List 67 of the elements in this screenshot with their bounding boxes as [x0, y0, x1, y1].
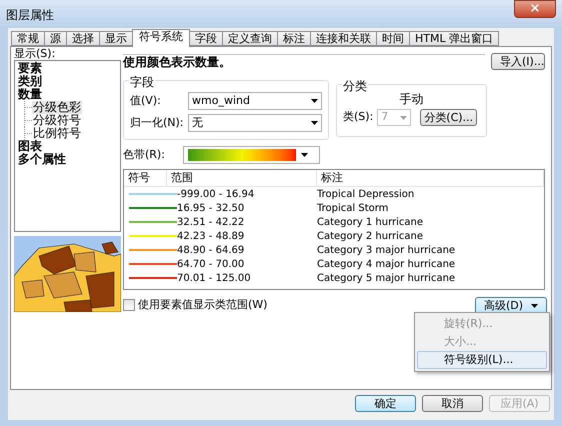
group-title: 分类: [342, 77, 368, 95]
dropdown-caret-icon: [400, 116, 408, 120]
range-cell-text: 32.51 - 42.22: [177, 216, 246, 230]
line-symbol[interactable]: [129, 207, 177, 209]
line-symbol[interactable]: [129, 277, 177, 279]
tab[interactable]: 字段: [189, 31, 223, 46]
tree-item[interactable]: 比例符号: [32, 127, 82, 140]
tree-item[interactable]: 分级符号: [32, 114, 82, 127]
tree-item[interactable]: 多个属性: [18, 153, 66, 166]
show-label: 显示(S):: [14, 47, 56, 60]
line-symbol[interactable]: [129, 193, 177, 195]
label-cell-text: Category 2 hurricane: [317, 230, 424, 244]
tree-item[interactable]: 要素: [18, 62, 42, 75]
range-cell-text: 70.01 - 125.00: [177, 272, 252, 286]
menu-item[interactable]: 符号级别(L)...: [417, 351, 547, 369]
range-cell-text: -999.00 - 16.94: [177, 188, 256, 202]
line-symbol[interactable]: [129, 249, 177, 251]
value-dropdown[interactable]: wmo_wind: [188, 92, 322, 110]
tab[interactable]: 选择: [66, 31, 100, 46]
column-header[interactable]: 符号: [124, 170, 167, 186]
tab[interactable]: 定义查询: [222, 31, 278, 46]
tab[interactable]: 标注: [277, 31, 311, 46]
column-header[interactable]: 标注: [317, 170, 544, 186]
label-cell-text: Category 3 major hurricane: [317, 244, 456, 258]
dropdown-caret-icon: [531, 304, 538, 308]
tab[interactable]: 时间: [376, 31, 410, 46]
label-cell-text: Category 1 hurricane: [317, 216, 424, 230]
tab[interactable]: 源: [44, 31, 67, 46]
tab[interactable]: 常规: [11, 31, 45, 46]
line-symbol[interactable]: [129, 221, 177, 223]
label-cell-text: Category 5 major hurricane: [317, 272, 456, 286]
tree-item[interactable]: 类别: [18, 75, 42, 88]
normalization-dropdown[interactable]: 无: [188, 114, 322, 132]
tab[interactable]: 显示: [99, 31, 133, 46]
line-symbol[interactable]: [129, 235, 177, 237]
range-cell-text: 64.70 - 70.00: [177, 258, 246, 272]
checkbox-label: 使用要素值显示类范围(W): [138, 297, 268, 313]
range-cell-text: 48.90 - 64.69: [177, 244, 246, 258]
tree-item[interactable]: 数量: [18, 88, 42, 101]
classify-button[interactable]: 分类(C)...: [420, 109, 478, 126]
tab[interactable]: 符号系统: [132, 29, 190, 47]
window-title: 图层属性: [6, 7, 54, 24]
dropdown-caret-icon: [311, 121, 318, 125]
dropdown-caret-icon: [301, 153, 308, 157]
value-label: 值(V):: [130, 92, 162, 109]
range-cell-text: 16.95 - 32.50: [177, 202, 246, 216]
tree-item[interactable]: 图表: [18, 140, 42, 153]
dropdown-caret-icon: [311, 99, 318, 103]
label-cell-text: Category 4 major hurricane: [317, 258, 456, 272]
color-ramp-label: 色带(R):: [123, 146, 166, 163]
label-cell-text: Tropical Storm: [317, 202, 390, 216]
normalization-label: 归一化(N):: [130, 114, 185, 131]
checkbox[interactable]: [123, 299, 135, 312]
tree-item[interactable]: 分级色彩: [32, 101, 82, 114]
tab[interactable]: 连接和关联: [310, 31, 377, 46]
renderer-heading: 使用颜色表示数量。: [123, 54, 485, 69]
column-header[interactable]: 范围: [167, 170, 317, 186]
range-cell-text: 42.23 - 48.89: [177, 230, 246, 244]
label-cell-text: Tropical Depression: [317, 188, 416, 202]
dialog-button[interactable]: 取消: [422, 395, 483, 412]
tab[interactable]: HTML 弹出窗口: [409, 31, 500, 46]
color-ramp-dropdown[interactable]: [183, 146, 320, 164]
dialog-button[interactable]: 确定: [355, 395, 416, 412]
classification-method: 手动: [400, 92, 424, 106]
line-symbol[interactable]: [129, 263, 177, 265]
import-button[interactable]: 导入(I)...: [491, 53, 545, 70]
classes-label: 类(S):: [343, 109, 374, 126]
